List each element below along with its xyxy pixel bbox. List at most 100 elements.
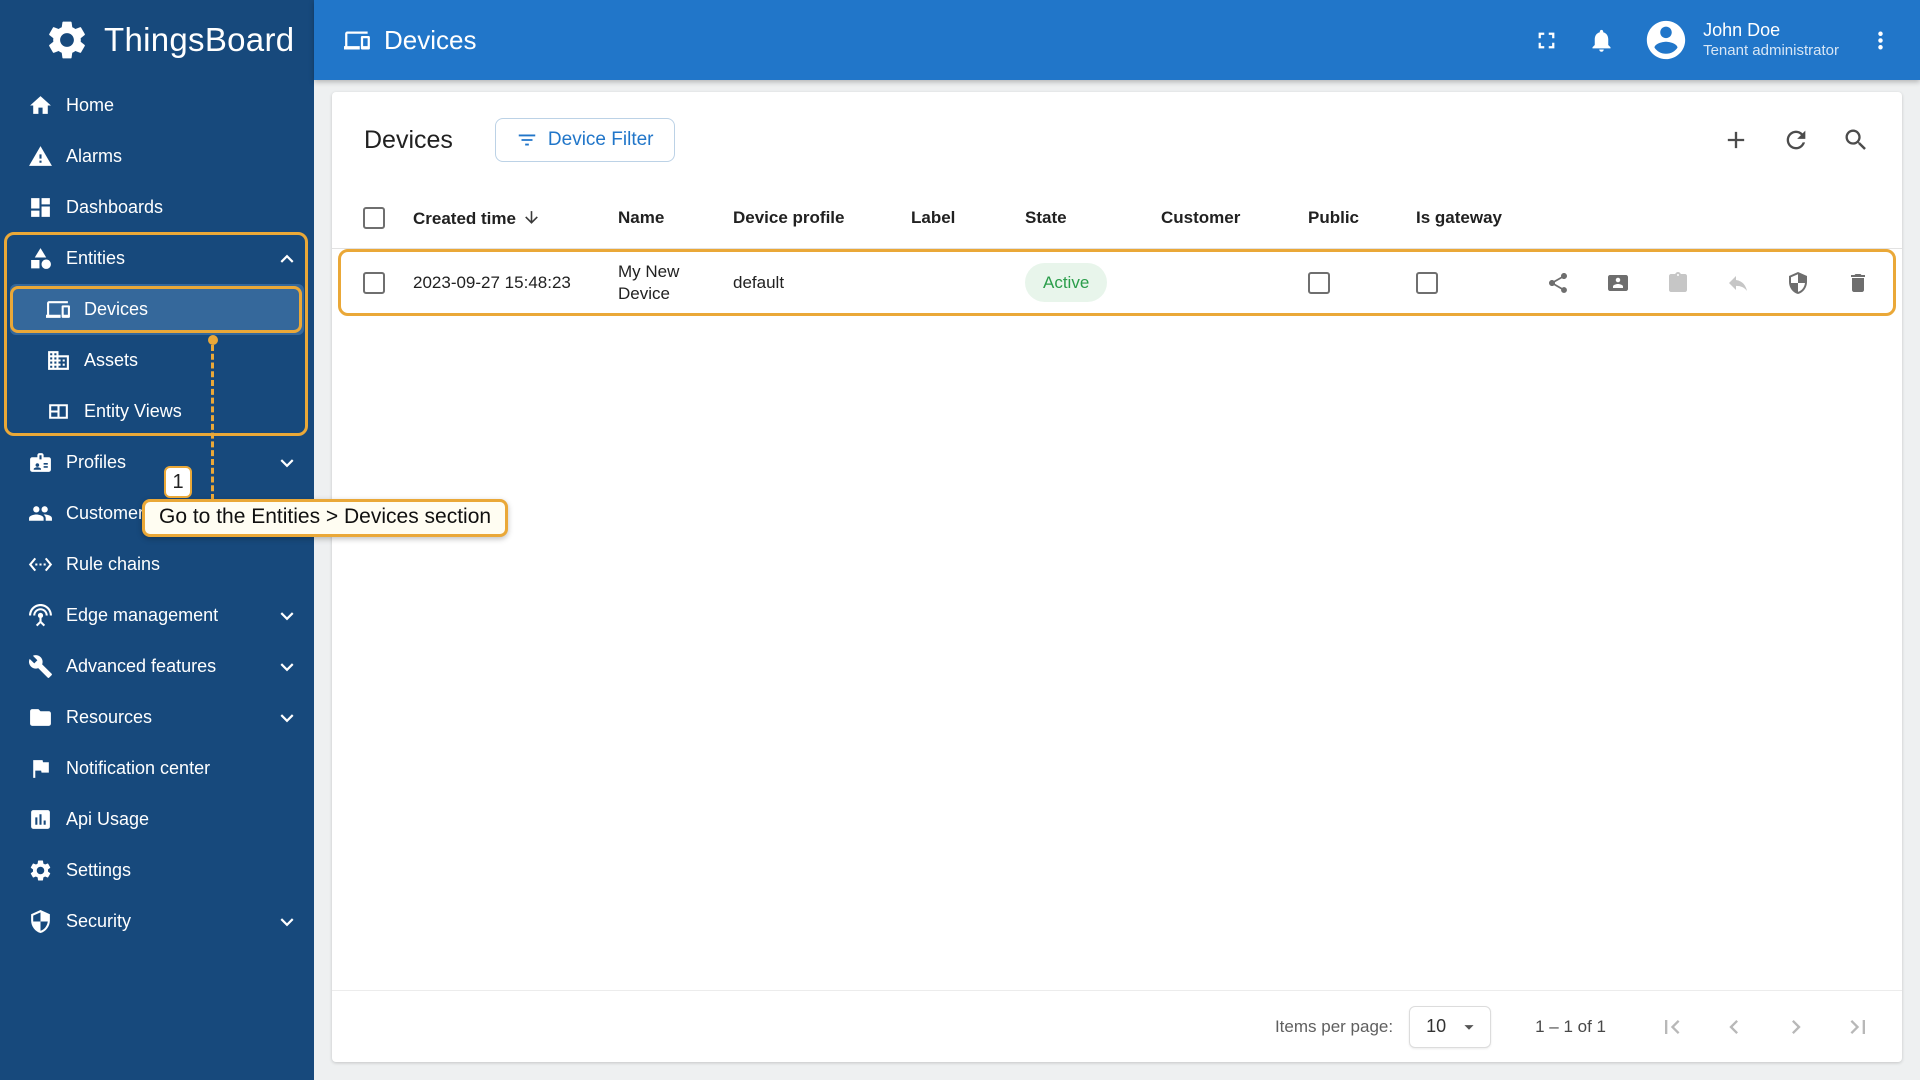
assign-to-customer-icon[interactable] (1606, 271, 1630, 295)
cell-is-gateway (1408, 271, 1538, 294)
sidebar-item-dashboards[interactable]: Dashboards (0, 182, 314, 233)
sort-desc-arrow-icon (525, 210, 538, 224)
refresh-icon[interactable] (1782, 126, 1810, 154)
sidebar-item-label: Dashboards (66, 197, 164, 217)
sidebar-item-resources[interactable]: Resources (0, 692, 314, 743)
chevron-up-icon (280, 254, 294, 263)
page-size-select[interactable]: 10 (1409, 1005, 1492, 1048)
home-icon (30, 96, 51, 114)
delete-icon[interactable] (1846, 271, 1870, 295)
main-area: Devices John Doe Tenant administrator De… (314, 0, 1920, 1080)
sidebar-item-label: Security (66, 911, 132, 931)
chevron-down-icon (280, 458, 294, 467)
sidebar-item-label: Edge management (66, 605, 219, 625)
column-name[interactable]: Name (610, 208, 725, 228)
sidebar-item-home[interactable]: Home (0, 80, 314, 131)
cell-created-time: 2023-09-27 15:48:23 (413, 272, 571, 292)
device-filter-button[interactable]: Device Filter (494, 118, 675, 162)
column-public[interactable]: Public (1300, 208, 1408, 228)
sidebar-item-devices[interactable]: Devices (10, 284, 304, 335)
column-label[interactable]: Label (903, 208, 1017, 228)
table-header: Created time Name Device profile Label S… (332, 188, 1902, 249)
sidebar-item-assets[interactable]: Assets (0, 335, 314, 386)
sidebar-item-settings[interactable]: Settings (0, 845, 314, 896)
sidebar-item-advanced-features[interactable]: Advanced features (0, 641, 314, 692)
sidebar-item-label: Api Usage (66, 809, 150, 829)
sidebar-nav: Home Alarms Dashboards Entities Devices (0, 80, 314, 947)
user-role: Tenant administrator (1703, 41, 1839, 59)
table-row[interactable]: 2023-09-27 15:48:23 My New Device defaul… (338, 249, 1896, 316)
filter-list-icon (518, 134, 536, 146)
last-page-icon[interactable] (1844, 1013, 1872, 1041)
bar-chart-icon (31, 810, 50, 829)
first-page-icon[interactable] (1658, 1013, 1686, 1041)
brand-name: ThingsBoard (104, 21, 295, 58)
devices-card: Devices Device Filter Created time Name … (332, 92, 1902, 1062)
shield-icon (31, 910, 50, 933)
add-icon[interactable] (1722, 126, 1750, 154)
column-created-time[interactable]: Created time (405, 208, 610, 229)
fullscreen-icon[interactable] (1533, 27, 1560, 54)
domain-building-icon (48, 351, 69, 370)
card-header: Devices Device Filter (332, 92, 1902, 188)
column-is-gateway[interactable]: Is gateway (1408, 208, 1538, 228)
row-checkbox[interactable] (363, 271, 385, 294)
pagination-controls (1658, 1013, 1872, 1041)
cell-public (1300, 271, 1408, 294)
pagination-bar: Items per page: 10 1 – 1 of 1 (332, 990, 1902, 1062)
sidebar-item-label: Assets (84, 350, 139, 370)
select-all-cell (341, 207, 405, 229)
sidebar-item-entity-views[interactable]: Entity Views (0, 386, 314, 437)
sidebar-item-profiles[interactable]: Profiles (0, 437, 314, 488)
brand-logo[interactable]: ThingsBoard (0, 0, 314, 80)
device-filter-label: Device Filter (547, 129, 654, 150)
dashboard-grid-icon (31, 198, 50, 217)
search-icon[interactable] (1842, 126, 1870, 154)
flag-icon (33, 760, 49, 778)
sidebar-item-label: Resources (66, 707, 153, 727)
sidebar-item-rule-chains[interactable]: Rule chains (0, 539, 314, 590)
sidebar-item-customers[interactable]: Customers (0, 488, 314, 539)
chevron-down-icon (280, 611, 294, 620)
sidebar-item-entities[interactable]: Entities (0, 233, 314, 284)
column-state[interactable]: State (1017, 208, 1153, 228)
make-public-icon[interactable] (1666, 271, 1690, 295)
sidebar-item-edge-management[interactable]: Edge management (0, 590, 314, 641)
row-select-cell (341, 271, 405, 294)
sidebar-item-label: Customers (66, 503, 154, 523)
next-page-icon[interactable] (1782, 1013, 1810, 1041)
select-all-checkbox[interactable] (363, 207, 385, 229)
sidebar-item-api-usage[interactable]: Api Usage (0, 794, 314, 845)
sidebar-item-alarms[interactable]: Alarms (0, 131, 314, 182)
thingsboard-gear-logo-icon (49, 21, 85, 59)
manage-credentials-icon[interactable] (1786, 271, 1810, 295)
share-icon[interactable] (1546, 271, 1570, 295)
category-icon (31, 248, 51, 269)
thingsboard-app: ThingsBoard Home Alarms Dashboards Entit… (0, 0, 1920, 1080)
notifications-bell-icon[interactable] (1588, 27, 1615, 54)
topbar: Devices John Doe Tenant administrator (314, 0, 1920, 80)
unassign-from-customer-icon[interactable] (1726, 271, 1750, 295)
people-icon (29, 506, 52, 521)
chevron-down-icon (280, 713, 294, 722)
sidebar-item-label: Notification center (66, 758, 211, 778)
sidebar-item-notification-center[interactable]: Notification center (0, 743, 314, 794)
table-empty-space (332, 316, 1902, 990)
column-customer[interactable]: Customer (1153, 208, 1300, 228)
public-checkbox[interactable] (1308, 271, 1330, 294)
column-device-profile[interactable]: Device profile (725, 208, 903, 228)
sidebar-item-security[interactable]: Security (0, 896, 314, 947)
cell-name: My New Device (618, 262, 680, 303)
state-badge: Active (1025, 262, 1108, 303)
sidebar-item-label: Home (66, 95, 115, 115)
more-vert-icon[interactable] (1867, 27, 1894, 54)
prev-page-icon[interactable] (1720, 1013, 1748, 1041)
devices-icon (344, 31, 370, 49)
is-gateway-checkbox[interactable] (1416, 271, 1438, 294)
sidebar: ThingsBoard Home Alarms Dashboards Entit… (0, 0, 314, 1080)
warning-triangle-icon (29, 146, 52, 166)
cell-state: Active (1017, 262, 1153, 303)
row-actions (1538, 271, 1896, 295)
avatar[interactable] (1643, 17, 1689, 63)
user-info: John Doe Tenant administrator (1703, 19, 1839, 60)
